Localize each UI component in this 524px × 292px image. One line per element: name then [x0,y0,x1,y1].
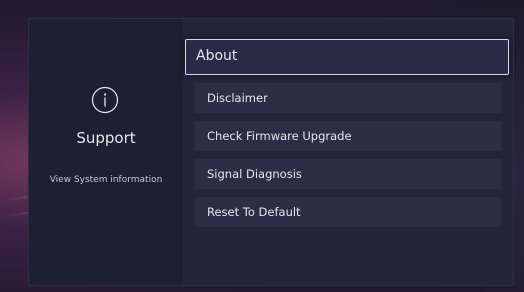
menu-item-check-firmware-upgrade[interactable]: Check Firmware Upgrade [195,121,501,151]
menu-item-signal-diagnosis[interactable]: Signal Diagnosis [195,159,501,189]
settings-panel: Support View System information About Di… [28,18,514,286]
menu-item-disclaimer[interactable]: Disclaimer [195,83,501,113]
category-title: Support [76,129,136,147]
menu-item-about[interactable]: About [185,39,509,75]
info-icon [91,86,119,114]
category-subtitle: View System information [49,175,163,185]
category-pane: Support View System information [29,19,183,285]
menu-item-reset-to-default[interactable]: Reset To Default [195,197,501,227]
